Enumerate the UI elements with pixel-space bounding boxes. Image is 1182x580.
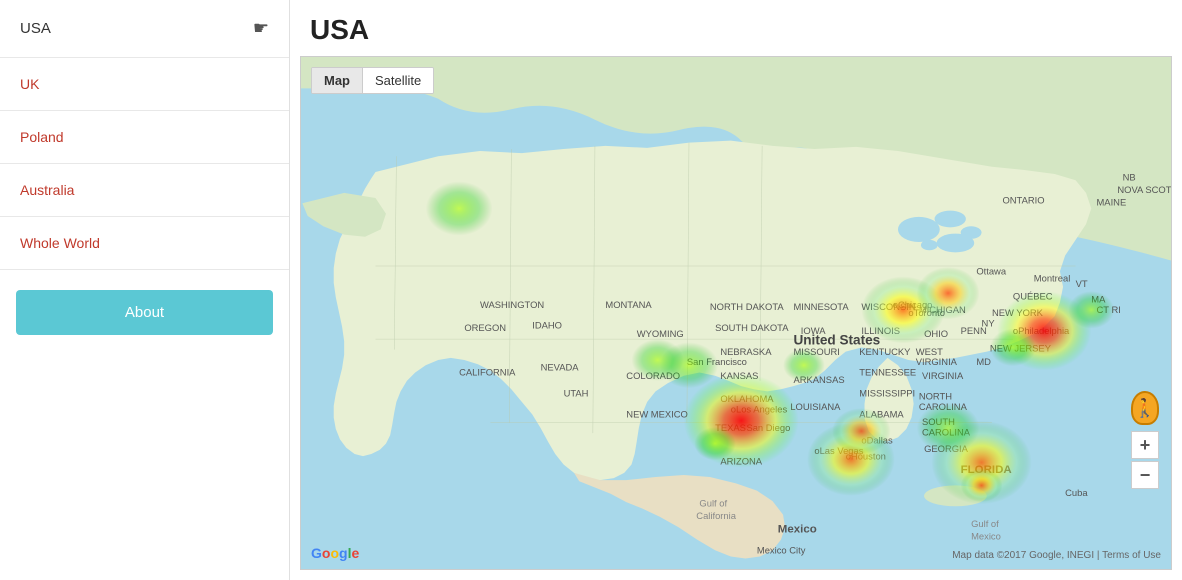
sidebar-item-whole-world[interactable]: Whole World <box>0 217 289 270</box>
svg-text:oChicago: oChicago <box>893 299 933 310</box>
svg-text:SOUTH: SOUTH <box>922 416 955 427</box>
svg-text:Gulf of: Gulf of <box>699 497 727 508</box>
sidebar-item-usa-label: USA <box>20 20 51 37</box>
svg-text:TEXAS: TEXAS <box>715 422 746 433</box>
page-title: USA <box>290 0 1182 56</box>
svg-text:San Diego: San Diego <box>746 422 790 433</box>
svg-text:WASHINGTON: WASHINGTON <box>480 299 544 310</box>
svg-text:MA: MA <box>1091 294 1106 305</box>
svg-text:UTAH: UTAH <box>564 388 589 399</box>
map-attribution: Map data ©2017 Google, INEGI | Terms of … <box>952 550 1161 561</box>
svg-text:Mexico City: Mexico City <box>757 544 806 555</box>
svg-text:NEW JERSEY: NEW JERSEY <box>990 343 1052 354</box>
svg-text:California: California <box>696 510 736 521</box>
map-background: WASHINGTON OREGON CALIFORNIA IDAHO NEVAD… <box>301 57 1171 569</box>
svg-text:oHouston: oHouston <box>846 450 886 461</box>
about-button[interactable]: About <box>16 290 273 335</box>
sidebar-item-usa[interactable]: USA ☛ <box>0 0 289 58</box>
svg-text:OHIO: OHIO <box>924 328 948 339</box>
svg-text:San Francisco: San Francisco <box>687 356 747 367</box>
svg-text:ARIZONA: ARIZONA <box>720 456 762 467</box>
svg-text:Mexico: Mexico <box>971 531 1001 542</box>
sidebar-item-uk[interactable]: UK <box>0 58 289 111</box>
svg-text:Mexico: Mexico <box>778 523 817 535</box>
map-controls: Map Satellite <box>311 67 434 94</box>
sidebar-item-uk-label: UK <box>20 76 39 92</box>
svg-text:MAINE: MAINE <box>1096 196 1126 207</box>
svg-text:MISSISSIPPI: MISSISSIPPI <box>859 388 915 399</box>
svg-text:NY: NY <box>982 318 996 329</box>
svg-text:NEW YORK: NEW YORK <box>992 307 1044 318</box>
svg-text:Montreal: Montreal <box>1034 273 1071 284</box>
svg-text:oLos Angeles: oLos Angeles <box>731 403 788 414</box>
svg-text:MONTANA: MONTANA <box>605 299 652 310</box>
svg-text:NORTH: NORTH <box>919 391 952 402</box>
svg-text:MD: MD <box>976 356 991 367</box>
zoom-controls: 🚶 + − <box>1131 391 1159 489</box>
svg-text:ONTARIO: ONTARIO <box>1002 194 1044 205</box>
svg-text:KENTUCKY: KENTUCKY <box>859 346 911 357</box>
svg-text:oDallas: oDallas <box>861 435 893 446</box>
svg-text:MISSOURI: MISSOURI <box>793 346 839 357</box>
svg-text:GEORGIA: GEORGIA <box>924 443 969 454</box>
sidebar-item-australia-label: Australia <box>20 182 74 198</box>
svg-text:NEVADA: NEVADA <box>541 361 580 372</box>
map-container: WASHINGTON OREGON CALIFORNIA IDAHO NEVAD… <box>300 56 1172 570</box>
svg-text:Gulf of: Gulf of <box>971 518 999 529</box>
svg-text:VIRGINIA: VIRGINIA <box>922 370 964 381</box>
svg-text:Cuba: Cuba <box>1065 487 1088 498</box>
svg-text:Ottawa: Ottawa <box>976 265 1007 276</box>
svg-text:NEBRASKA: NEBRASKA <box>720 346 772 357</box>
svg-text:NEW MEXICO: NEW MEXICO <box>626 408 688 419</box>
svg-text:NORTH DAKOTA: NORTH DAKOTA <box>710 301 784 312</box>
main-content: USA <box>290 0 1182 580</box>
svg-text:QUÉBEC: QUÉBEC <box>1013 290 1053 301</box>
sidebar: USA ☛ UK Poland Australia Whole World Ab… <box>0 0 290 580</box>
svg-text:COLORADO: COLORADO <box>626 370 680 381</box>
sidebar-item-whole-world-label: Whole World <box>20 235 100 251</box>
svg-text:CAROLINA: CAROLINA <box>919 401 968 412</box>
svg-text:IDAHO: IDAHO <box>532 320 562 331</box>
svg-text:VIRGINIA: VIRGINIA <box>916 356 958 367</box>
satellite-view-button[interactable]: Satellite <box>363 68 433 93</box>
svg-text:CAROLINA: CAROLINA <box>922 426 971 437</box>
sidebar-item-poland-label: Poland <box>20 129 64 145</box>
google-logo: Google <box>311 545 359 561</box>
svg-text:United States: United States <box>793 332 880 347</box>
svg-text:CT RI: CT RI <box>1096 304 1120 315</box>
svg-text:FLORIDA: FLORIDA <box>961 464 1012 476</box>
svg-text:CALIFORNIA: CALIFORNIA <box>459 367 516 378</box>
svg-text:WYOMING: WYOMING <box>637 328 684 339</box>
svg-text:ARKANSAS: ARKANSAS <box>793 374 844 385</box>
map-view-button[interactable]: Map <box>312 68 363 93</box>
svg-text:oPhiladelphia: oPhiladelphia <box>1013 325 1070 336</box>
sidebar-item-australia[interactable]: Australia <box>0 164 289 217</box>
svg-text:ALABAMA: ALABAMA <box>859 408 904 419</box>
svg-text:TENNESSEE: TENNESSEE <box>859 367 916 378</box>
svg-text:OKLAHOMA: OKLAHOMA <box>720 393 774 404</box>
svg-text:OREGON: OREGON <box>464 322 506 333</box>
svg-text:NOVA SCOTI.: NOVA SCOTI. <box>1117 184 1171 195</box>
zoom-in-button[interactable]: + <box>1131 431 1159 459</box>
svg-text:VT: VT <box>1076 278 1088 289</box>
cursor-icon: ☛ <box>253 18 269 39</box>
map-footer: Google <box>311 545 359 561</box>
pegman-icon[interactable]: 🚶 <box>1131 391 1159 425</box>
sidebar-item-poland[interactable]: Poland <box>0 111 289 164</box>
svg-text:NB: NB <box>1123 171 1136 182</box>
svg-text:SOUTH DAKOTA: SOUTH DAKOTA <box>715 322 789 333</box>
svg-text:KANSAS: KANSAS <box>720 370 758 381</box>
svg-text:MINNESOTA: MINNESOTA <box>793 301 849 312</box>
zoom-out-button[interactable]: − <box>1131 461 1159 489</box>
svg-text:WEST: WEST <box>916 346 943 357</box>
svg-text:LOUISIANA: LOUISIANA <box>790 401 841 412</box>
